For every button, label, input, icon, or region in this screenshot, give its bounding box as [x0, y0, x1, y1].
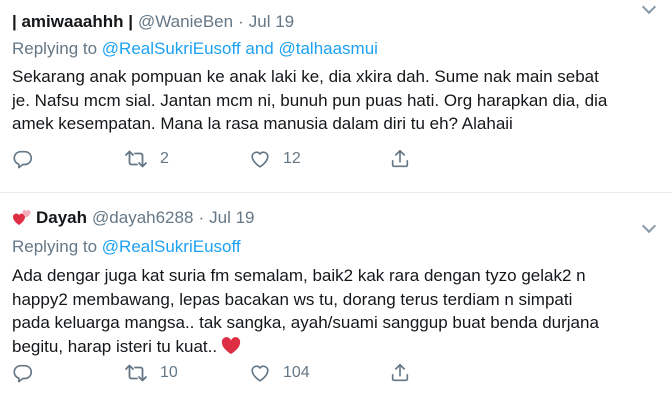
tweet-date[interactable]: Jul 19 — [209, 208, 254, 228]
tweet-text-line-last: begitu, harap isteri tu kuat.. — [12, 335, 662, 362]
tweet-text-line: Sekarang anak pompuan ke anak laki ke, d… — [12, 67, 599, 86]
reply-icon — [13, 364, 33, 383]
tweet-reply-2[interactable]: Dayah @dayah6288 · Jul 19 Replying to @R… — [0, 193, 672, 410]
retweet-icon — [125, 364, 147, 382]
reply-icon — [13, 150, 33, 169]
like-count: 104 — [283, 364, 310, 381]
like-count: 12 — [283, 150, 301, 167]
share-icon — [391, 363, 409, 382]
share-button[interactable] — [389, 148, 411, 170]
retweet-count: 10 — [160, 364, 178, 381]
tweet-text: Sekarang anak pompuan ke anak laki ke, d… — [12, 65, 662, 136]
tweet-date[interactable]: Jul 19 — [249, 12, 294, 32]
tweet-text-line: happy2 membawang, lepas bacakan ws tu, d… — [12, 289, 573, 309]
replying-to-label: Replying to — [12, 237, 98, 256]
mention-link[interactable]: @RealSukriEusoff — [102, 237, 241, 256]
red-heart-icon — [221, 336, 241, 362]
retweet-icon — [125, 150, 147, 168]
reply-button[interactable] — [12, 362, 124, 384]
replying-to: Replying to @RealSukriEusoff — [12, 237, 241, 257]
like-button[interactable]: 12 — [249, 148, 389, 170]
mention-link[interactable]: @RealSukriEusoff — [102, 39, 241, 58]
author-name[interactable]: | amiwaaahhh | — [12, 12, 133, 32]
tweet-text: Ada dengar juga kat suria fm semalam, ba… — [12, 264, 662, 361]
retweet-count: 2 — [160, 150, 169, 167]
author-name[interactable]: Dayah — [36, 208, 87, 228]
replying-to-label: Replying to — [12, 39, 98, 58]
tweet-header: Dayah @dayah6288 · Jul 19 — [12, 208, 656, 228]
retweet-button[interactable]: 2 — [124, 148, 249, 170]
tweet-actions: 2 12 — [12, 148, 411, 170]
mention-joiner[interactable]: and — [245, 39, 273, 58]
tweet-text-segment: begitu, harap isteri tu kuat.. — [12, 336, 218, 356]
share-icon — [391, 149, 409, 168]
like-button[interactable]: 104 — [249, 362, 389, 384]
tweet-text-line: Ada dengar juga kat suria fm semalam, ba… — [12, 266, 586, 285]
reply-button[interactable] — [12, 148, 124, 170]
separator-dot: · — [198, 208, 205, 227]
author-handle[interactable]: @dayah6288 — [92, 208, 193, 228]
author-handle[interactable]: @WanieBen — [138, 12, 233, 32]
two-hearts-icon — [12, 209, 32, 227]
tweet-text-line: je. Nafsu mcm sial. Jantan mcm ni, bunuh… — [12, 90, 608, 110]
tweet-text-line: pada keluarga mangsa.. tak sangka, ayah/… — [12, 313, 599, 332]
retweet-button[interactable]: 10 — [124, 362, 249, 384]
tweet-actions: 10 104 — [12, 362, 411, 384]
heart-outline-icon — [251, 365, 269, 382]
separator-dot: · — [238, 12, 244, 31]
share-button[interactable] — [389, 362, 411, 384]
tweet-header: | amiwaaahhh | @WanieBen · Jul 19 — [12, 12, 656, 32]
tweet-reply-1[interactable]: | amiwaaahhh | @WanieBen · Jul 19 Replyi… — [0, 0, 672, 193]
replying-to: Replying to @RealSukriEusoff and @talhaa… — [12, 39, 378, 59]
mention-link[interactable]: @talhaasmui — [278, 39, 377, 58]
tweet-text-line: amek kesempatan. Mana la rasa manusia da… — [12, 114, 513, 133]
heart-outline-icon — [251, 151, 269, 168]
